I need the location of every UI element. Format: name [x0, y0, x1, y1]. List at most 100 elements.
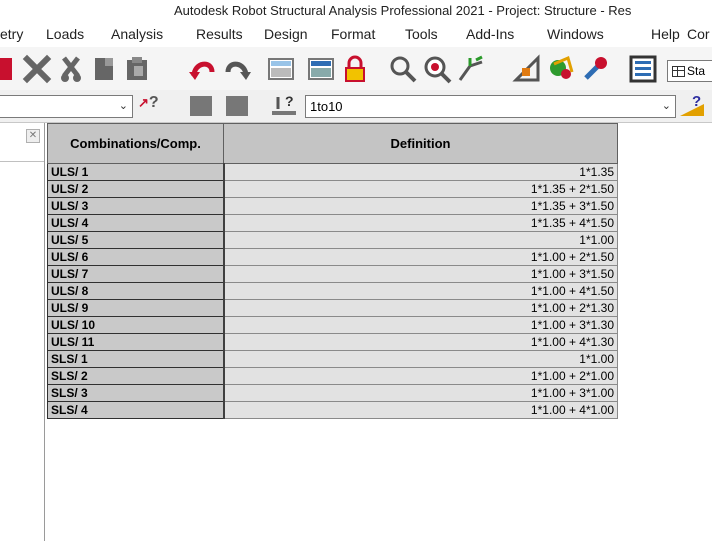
table-row[interactable]: ULS/ 3 1*1.35 + 3*1.50	[47, 197, 618, 215]
object-inspector-panel: ✕	[0, 123, 45, 541]
undo-icon[interactable]	[188, 54, 218, 84]
combination-definition-cell[interactable]: 1*1.00 + 2*1.00	[223, 367, 618, 385]
svg-text:?: ?	[692, 93, 701, 110]
combination-definition-cell[interactable]: 1*1.00 + 4*1.30	[223, 333, 618, 351]
menu-add-ins[interactable]: Add-Ins	[466, 26, 514, 42]
calculator-icon[interactable]	[266, 54, 296, 84]
table-row[interactable]: SLS/ 4 1*1.00 + 4*1.00	[47, 401, 618, 419]
delete-icon[interactable]	[0, 54, 16, 84]
tables-icon[interactable]	[628, 54, 658, 84]
selection-toolbar: ⌄ ↗? ? 1to10 ⌄ ?	[0, 90, 712, 122]
grid-icon	[672, 66, 685, 77]
combination-name-cell[interactable]: ULS/ 5	[47, 231, 225, 249]
window-title: Autodesk Robot Structural Analysis Profe…	[174, 3, 632, 18]
zoom-icon[interactable]	[388, 54, 418, 84]
load-case-value: 1to10	[310, 99, 343, 114]
table-row[interactable]: SLS/ 2 1*1.00 + 2*1.00	[47, 367, 618, 385]
table-row[interactable]: ULS/ 1 1*1.35	[47, 163, 618, 181]
combination-name-cell[interactable]: SLS/ 4	[47, 401, 225, 419]
combination-name-cell[interactable]: ULS/ 6	[47, 248, 225, 266]
stage-selector[interactable]: Sta	[667, 60, 712, 82]
combination-definition-cell[interactable]: 1*1.00 + 3*1.50	[223, 265, 618, 283]
menu-bar: etry Loads Analysis Results Design Forma…	[0, 22, 712, 47]
menu-analysis[interactable]: Analysis	[111, 26, 163, 42]
section-definition-icon[interactable]	[512, 54, 542, 84]
table-row[interactable]: SLS/ 3 1*1.00 + 3*1.00	[47, 384, 618, 402]
standard-toolbar: Sta	[0, 47, 712, 90]
load-case-query-text: ?	[285, 93, 294, 109]
menu-help[interactable]: Help	[651, 26, 680, 42]
combination-definition-cell[interactable]: 1*1.00	[223, 231, 618, 249]
display-option-icon-2[interactable]	[226, 96, 248, 116]
paste-icon[interactable]	[122, 54, 152, 84]
combination-definition-cell[interactable]: 1*1.00 + 2*1.30	[223, 299, 618, 317]
table-row[interactable]: ULS/ 11 1*1.00 + 4*1.30	[47, 333, 618, 351]
combination-name-cell[interactable]: ULS/ 1	[47, 163, 225, 181]
combination-definition-cell[interactable]: 1*1.35 + 2*1.50	[223, 180, 618, 198]
menu-windows[interactable]: Windows	[547, 26, 604, 42]
selection-help-icon[interactable]: ↗?	[138, 94, 159, 112]
column-header-definition[interactable]: Definition	[223, 123, 618, 164]
structure-model-icon[interactable]	[456, 54, 486, 84]
combination-name-cell[interactable]: ULS/ 8	[47, 282, 225, 300]
copy-icon[interactable]	[90, 54, 120, 84]
table-row[interactable]: ULS/ 5 1*1.00	[47, 231, 618, 249]
combination-definition-cell[interactable]: 1*1.00 + 4*1.00	[223, 401, 618, 419]
combination-name-cell[interactable]: ULS/ 11	[47, 333, 225, 351]
title-bar: Autodesk Robot Structural Analysis Profe…	[0, 0, 712, 22]
table-row[interactable]: ULS/ 2 1*1.35 + 2*1.50	[47, 180, 618, 198]
combination-definition-cell[interactable]: 1*1.00 + 2*1.50	[223, 248, 618, 266]
table-row[interactable]: ULS/ 8 1*1.00 + 4*1.50	[47, 282, 618, 300]
table-row[interactable]: ULS/ 10 1*1.00 + 3*1.30	[47, 316, 618, 334]
table-row[interactable]: ULS/ 7 1*1.00 + 3*1.50	[47, 265, 618, 283]
tools-icon[interactable]	[580, 54, 610, 84]
display-icon[interactable]	[546, 54, 576, 84]
cut-icon[interactable]	[56, 54, 86, 84]
combination-name-cell[interactable]: ULS/ 10	[47, 316, 225, 334]
combination-definition-cell[interactable]: 1*1.35	[223, 163, 618, 181]
combination-definition-cell[interactable]: 1*1.35 + 3*1.50	[223, 197, 618, 215]
menu-loads[interactable]: Loads	[46, 26, 84, 42]
combination-name-cell[interactable]: SLS/ 3	[47, 384, 225, 402]
combination-name-cell[interactable]: SLS/ 2	[47, 367, 225, 385]
combination-definition-cell[interactable]: 1*1.35 + 4*1.50	[223, 214, 618, 232]
panel-header: ✕	[0, 123, 44, 162]
table-row[interactable]: ULS/ 6 1*1.00 + 2*1.50	[47, 248, 618, 266]
table-row[interactable]: ULS/ 4 1*1.35 + 4*1.50	[47, 214, 618, 232]
combination-name-cell[interactable]: SLS/ 1	[47, 350, 225, 368]
combination-name-cell[interactable]: ULS/ 4	[47, 214, 225, 232]
load-case-icon[interactable]: ?	[270, 93, 300, 117]
calculations-icon[interactable]	[306, 54, 336, 84]
combination-definition-cell[interactable]: 1*1.00 + 3*1.30	[223, 316, 618, 334]
chevron-down-icon: ⌄	[661, 100, 671, 112]
redo-icon[interactable]	[222, 54, 252, 84]
combination-name-cell[interactable]: ULS/ 3	[47, 197, 225, 215]
column-header-combinations[interactable]: Combinations/Comp.	[47, 123, 224, 164]
combination-definition-cell[interactable]: 1*1.00	[223, 350, 618, 368]
menu-tools[interactable]: Tools	[405, 26, 438, 42]
menu-results[interactable]: Results	[196, 26, 243, 42]
object-selection-dropdown[interactable]: ⌄	[0, 95, 133, 118]
combination-definition-cell[interactable]: 1*1.00 + 3*1.00	[223, 384, 618, 402]
table-row[interactable]: ULS/ 9 1*1.00 + 2*1.30	[47, 299, 618, 317]
combination-name-cell[interactable]: ULS/ 9	[47, 299, 225, 317]
lock-icon[interactable]	[340, 54, 370, 84]
chevron-down-icon: ⌄	[118, 100, 128, 112]
combination-name-cell[interactable]: ULS/ 2	[47, 180, 225, 198]
menu-geometry[interactable]: etry	[0, 26, 23, 42]
combinations-table-view: Combinations/Comp. Definition ULS/ 1 1*1.…	[45, 123, 712, 541]
menu-design[interactable]: Design	[264, 26, 308, 42]
table-row[interactable]: SLS/ 1 1*1.00	[47, 350, 618, 368]
combination-definition-cell[interactable]: 1*1.00 + 4*1.50	[223, 282, 618, 300]
stage-label: Sta	[687, 64, 706, 78]
combination-name-cell[interactable]: ULS/ 7	[47, 265, 225, 283]
close-icon[interactable]: ✕	[26, 129, 40, 143]
menu-format[interactable]: Format	[331, 26, 375, 42]
display-option-icon[interactable]	[190, 96, 212, 116]
zoom-in-icon[interactable]	[422, 54, 452, 84]
load-case-dropdown[interactable]: 1to10 ⌄	[305, 95, 676, 118]
menu-configuration[interactable]: Cor	[687, 26, 710, 42]
combination-query-icon[interactable]: ?	[678, 92, 708, 118]
close-x-icon[interactable]	[22, 54, 52, 84]
combinations-table: Combinations/Comp. Definition ULS/ 1 1*1.…	[47, 123, 618, 419]
